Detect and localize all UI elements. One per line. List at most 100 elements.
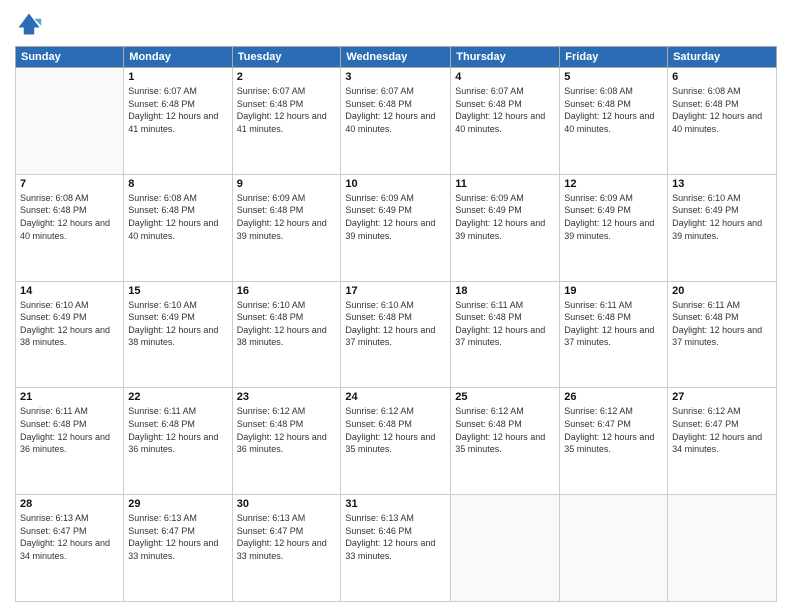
calendar-day-cell: 15Sunrise: 6:10 AMSunset: 6:49 PMDayligh… bbox=[124, 281, 232, 388]
day-detail: Sunrise: 6:08 AMSunset: 6:48 PMDaylight:… bbox=[564, 85, 663, 135]
calendar-day-cell: 25 Sunrise: 6:12 AMSunset: 6:48 PMDayligh… bbox=[451, 388, 560, 495]
day-number: 24 bbox=[345, 391, 446, 403]
day-detail: Sunrise: 6:11 AMSunset: 6:48 PMDaylight:… bbox=[672, 299, 772, 349]
day-number: 26 bbox=[564, 391, 663, 403]
day-detail: Sunrise: 6:13 AMSunset: 6:47 PMDaylight:… bbox=[128, 512, 227, 562]
day-detail: Sunrise: 6:10 AMSunset: 6:49 PMDaylight:… bbox=[20, 299, 119, 349]
calendar-day-cell: 9 Sunrise: 6:09 AMSunset: 6:48 PMDaylight… bbox=[232, 174, 341, 281]
day-number: 30 bbox=[237, 498, 337, 510]
day-number: 10 bbox=[345, 178, 446, 190]
calendar-day-cell: 24 Sunrise: 6:12 AMSunset: 6:48 PMDayligh… bbox=[341, 388, 451, 495]
day-detail: Sunrise: 6:12 AMSunset: 6:48 PMDaylight:… bbox=[345, 405, 446, 455]
calendar-day-cell: 12 Sunrise: 6:09 AMSunset: 6:49 PMDayligh… bbox=[560, 174, 668, 281]
calendar-week-row: 1 Sunrise: 6:07 AMSunset: 6:48 PMDaylight… bbox=[16, 68, 777, 175]
day-number: 5 bbox=[564, 71, 663, 83]
calendar-day-cell: 16 Sunrise: 6:10 AMSunset: 6:48 PMDayligh… bbox=[232, 281, 341, 388]
day-detail: Sunrise: 6:11 AMSunset: 6:48 PMDaylight:… bbox=[20, 405, 119, 455]
day-number: 2 bbox=[237, 71, 337, 83]
day-detail: Sunrise: 6:11 AMSunset: 6:48 PMDaylight:… bbox=[564, 299, 663, 349]
calendar-day-cell: 6 Sunrise: 6:08 AMSunset: 6:48 PMDaylight… bbox=[668, 68, 777, 175]
day-detail: Sunrise: 6:08 AMSunset: 6:48 PMDaylight:… bbox=[672, 85, 772, 135]
day-detail: Sunrise: 6:07 AMSunset: 6:48 PMDaylight:… bbox=[455, 85, 555, 135]
day-number: 6 bbox=[672, 71, 772, 83]
calendar-day-cell: 23Sunrise: 6:12 AMSunset: 6:48 PMDayligh… bbox=[232, 388, 341, 495]
calendar-day-cell: 29 Sunrise: 6:13 AMSunset: 6:47 PMDayligh… bbox=[124, 495, 232, 602]
calendar-week-row: 14 Sunrise: 6:10 AMSunset: 6:49 PMDayligh… bbox=[16, 281, 777, 388]
calendar-day-header: Thursday bbox=[451, 47, 560, 68]
calendar-day-cell bbox=[451, 495, 560, 602]
day-number: 29 bbox=[128, 498, 227, 510]
day-detail: Sunrise: 6:13 AMSunset: 6:47 PMDaylight:… bbox=[237, 512, 337, 562]
day-number: 16 bbox=[237, 285, 337, 297]
day-detail: Sunrise: 6:08 AMSunset: 6:48 PMDaylight:… bbox=[128, 192, 227, 242]
day-number: 9 bbox=[237, 178, 337, 190]
calendar-day-header: Wednesday bbox=[341, 47, 451, 68]
logo bbox=[15, 10, 47, 38]
day-number: 25 bbox=[455, 391, 555, 403]
day-number: 18 bbox=[455, 285, 555, 297]
day-number: 27 bbox=[672, 391, 772, 403]
calendar-day-cell: 5 Sunrise: 6:08 AMSunset: 6:48 PMDaylight… bbox=[560, 68, 668, 175]
day-detail: Sunrise: 6:13 AMSunset: 6:46 PMDaylight:… bbox=[345, 512, 446, 562]
calendar-day-cell: 20 Sunrise: 6:11 AMSunset: 6:48 PMDayligh… bbox=[668, 281, 777, 388]
calendar-day-cell: 18 Sunrise: 6:11 AMSunset: 6:48 PMDayligh… bbox=[451, 281, 560, 388]
day-number: 14 bbox=[20, 285, 119, 297]
day-detail: Sunrise: 6:12 AMSunset: 6:47 PMDaylight:… bbox=[564, 405, 663, 455]
calendar-day-header: Saturday bbox=[668, 47, 777, 68]
day-number: 13 bbox=[672, 178, 772, 190]
day-number: 8 bbox=[128, 178, 227, 190]
day-number: 28 bbox=[20, 498, 119, 510]
logo-icon bbox=[15, 10, 43, 38]
calendar-day-cell: 8 Sunrise: 6:08 AMSunset: 6:48 PMDaylight… bbox=[124, 174, 232, 281]
day-detail: Sunrise: 6:07 AMSunset: 6:48 PMDaylight:… bbox=[237, 85, 337, 135]
calendar-day-cell: 2 Sunrise: 6:07 AMSunset: 6:48 PMDaylight… bbox=[232, 68, 341, 175]
day-number: 31 bbox=[345, 498, 446, 510]
day-number: 21 bbox=[20, 391, 119, 403]
day-detail: Sunrise: 6:09 AMSunset: 6:48 PMDaylight:… bbox=[237, 192, 337, 242]
day-detail: Sunrise: 6:09 AMSunset: 6:49 PMDaylight:… bbox=[345, 192, 446, 242]
day-detail: Sunrise: 6:11 AMSunset: 6:48 PMDaylight:… bbox=[455, 299, 555, 349]
calendar-day-header: Friday bbox=[560, 47, 668, 68]
calendar-week-row: 28 Sunrise: 6:13 AMSunset: 6:47 PMDayligh… bbox=[16, 495, 777, 602]
day-number: 12 bbox=[564, 178, 663, 190]
day-detail: Sunrise: 6:07 AMSunset: 6:48 PMDaylight:… bbox=[345, 85, 446, 135]
calendar-day-cell: 27 Sunrise: 6:12 AMSunset: 6:47 PMDayligh… bbox=[668, 388, 777, 495]
day-detail: Sunrise: 6:10 AMSunset: 6:48 PMDaylight:… bbox=[345, 299, 446, 349]
day-number: 22 bbox=[128, 391, 227, 403]
calendar-day-cell: 11Sunrise: 6:09 AMSunset: 6:49 PMDayligh… bbox=[451, 174, 560, 281]
calendar-day-cell: 14 Sunrise: 6:10 AMSunset: 6:49 PMDayligh… bbox=[16, 281, 124, 388]
calendar-day-header: Monday bbox=[124, 47, 232, 68]
day-detail: Sunrise: 6:13 AMSunset: 6:47 PMDaylight:… bbox=[20, 512, 119, 562]
calendar-day-cell: 26 Sunrise: 6:12 AMSunset: 6:47 PMDayligh… bbox=[560, 388, 668, 495]
calendar-day-cell: 28 Sunrise: 6:13 AMSunset: 6:47 PMDayligh… bbox=[16, 495, 124, 602]
day-number: 1 bbox=[128, 71, 227, 83]
day-detail: Sunrise: 6:09 AMSunset: 6:49 PMDaylight:… bbox=[564, 192, 663, 242]
day-detail: Sunrise: 6:08 AMSunset: 6:48 PMDaylight:… bbox=[20, 192, 119, 242]
day-number: 17 bbox=[345, 285, 446, 297]
calendar-day-cell bbox=[560, 495, 668, 602]
calendar-day-cell: 17 Sunrise: 6:10 AMSunset: 6:48 PMDayligh… bbox=[341, 281, 451, 388]
calendar-day-cell: 4 Sunrise: 6:07 AMSunset: 6:48 PMDaylight… bbox=[451, 68, 560, 175]
calendar-table: SundayMondayTuesdayWednesdayThursdayFrid… bbox=[15, 46, 777, 602]
calendar-week-row: 7 Sunrise: 6:08 AMSunset: 6:48 PMDaylight… bbox=[16, 174, 777, 281]
day-number: 3 bbox=[345, 71, 446, 83]
calendar-day-header: Sunday bbox=[16, 47, 124, 68]
day-number: 23 bbox=[237, 391, 337, 403]
calendar-day-cell: 1 Sunrise: 6:07 AMSunset: 6:48 PMDaylight… bbox=[124, 68, 232, 175]
day-detail: Sunrise: 6:10 AMSunset: 6:48 PMDaylight:… bbox=[237, 299, 337, 349]
day-detail: Sunrise: 6:07 AMSunset: 6:48 PMDaylight:… bbox=[128, 85, 227, 135]
day-number: 11 bbox=[455, 178, 555, 190]
calendar-day-cell: 30 Sunrise: 6:13 AMSunset: 6:47 PMDayligh… bbox=[232, 495, 341, 602]
day-number: 7 bbox=[20, 178, 119, 190]
day-number: 4 bbox=[455, 71, 555, 83]
calendar-day-cell: 10 Sunrise: 6:09 AMSunset: 6:49 PMDayligh… bbox=[341, 174, 451, 281]
calendar-day-cell: 31 Sunrise: 6:13 AMSunset: 6:46 PMDayligh… bbox=[341, 495, 451, 602]
calendar-day-cell: 3 Sunrise: 6:07 AMSunset: 6:48 PMDaylight… bbox=[341, 68, 451, 175]
day-detail: Sunrise: 6:10 AMSunset: 6:49 PMDaylight:… bbox=[128, 299, 227, 349]
day-detail: Sunrise: 6:11 AMSunset: 6:48 PMDaylight:… bbox=[128, 405, 227, 455]
calendar-day-cell bbox=[16, 68, 124, 175]
day-detail: Sunrise: 6:12 AMSunset: 6:48 PMDaylight:… bbox=[455, 405, 555, 455]
day-number: 20 bbox=[672, 285, 772, 297]
calendar-day-cell: 21 Sunrise: 6:11 AMSunset: 6:48 PMDayligh… bbox=[16, 388, 124, 495]
day-detail: Sunrise: 6:12 AMSunset: 6:47 PMDaylight:… bbox=[672, 405, 772, 455]
